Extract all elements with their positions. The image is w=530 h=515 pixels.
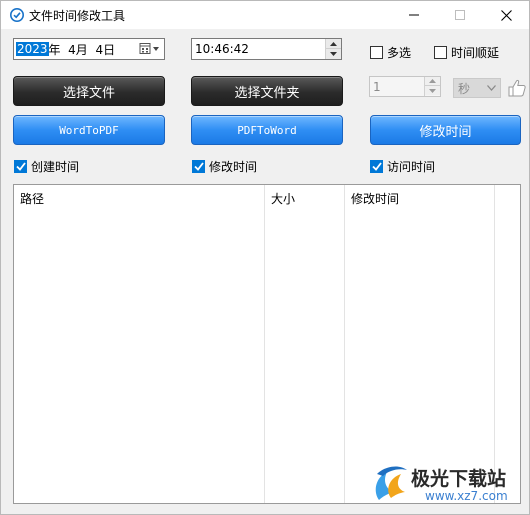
step-input[interactable]: 1 — [369, 76, 441, 97]
time-input[interactable]: 10:46:42 — [191, 38, 342, 60]
time-down-button[interactable] — [326, 49, 341, 59]
minimize-button[interactable] — [391, 1, 437, 29]
maximize-button[interactable] — [437, 1, 483, 29]
accessed-time-label: 访问时间 — [387, 159, 436, 174]
close-icon — [500, 9, 512, 21]
pdf-to-word-button[interactable]: PDFToWord — [191, 115, 343, 145]
multi-select-checkbox[interactable]: 多选 — [370, 44, 411, 60]
unit-value: 秒 — [458, 81, 471, 96]
modified-time-checkbox[interactable]: 修改时间 — [192, 158, 257, 174]
time-order-box[interactable] — [434, 45, 447, 59]
close-button[interactable] — [483, 1, 529, 29]
modify-time-button[interactable]: 修改时间 — [370, 115, 521, 145]
arrow-down-icon — [330, 52, 337, 56]
app-window: 文件时间修改工具 2023 年 4月 4日 10:46:42 多选 时间顺延 1… — [0, 0, 530, 515]
file-list[interactable]: 路径 大小 修改时间 — [13, 184, 521, 504]
modified-time-box[interactable] — [192, 159, 205, 173]
time-up-button[interactable] — [326, 39, 341, 49]
column-header-size[interactable]: 大小 — [265, 185, 345, 211]
watermark-url: www.xz7.com — [425, 489, 508, 503]
step-up-button[interactable] — [425, 77, 440, 86]
time-spinner[interactable] — [325, 39, 341, 59]
time-value[interactable]: 10:46:42 — [195, 42, 249, 56]
time-order-checkbox[interactable]: 时间顺延 — [434, 44, 499, 60]
column-header-modified[interactable]: 修改时间 — [345, 185, 495, 211]
step-down-button[interactable] — [425, 86, 440, 95]
arrow-up-icon — [429, 79, 436, 83]
date-picker[interactable]: 2023 年 4月 4日 — [13, 38, 165, 60]
minimize-icon — [409, 14, 419, 16]
unit-select[interactable]: 秒 — [453, 78, 501, 98]
created-time-box[interactable] — [14, 159, 27, 173]
calendar-dropdown-icon[interactable] — [139, 42, 161, 56]
window-title: 文件时间修改工具 — [29, 9, 126, 23]
column-header-path[interactable]: 路径 — [14, 185, 264, 211]
column-divider — [494, 185, 495, 503]
arrow-up-icon — [330, 41, 337, 46]
clock-check-icon — [10, 8, 24, 22]
step-value[interactable]: 1 — [373, 80, 381, 94]
step-spinner[interactable] — [424, 77, 440, 96]
multi-select-label: 多选 — [387, 45, 412, 60]
maximize-icon — [455, 10, 465, 20]
word-to-pdf-button[interactable]: WordToPDF — [13, 115, 165, 145]
created-time-label: 创建时间 — [31, 159, 80, 174]
accessed-time-checkbox[interactable]: 访问时间 — [370, 158, 435, 174]
checkmark-icon — [371, 161, 382, 171]
date-month-day: 年 4月 4日 — [48, 42, 116, 57]
multi-select-box[interactable] — [370, 45, 383, 59]
modified-time-label: 修改时间 — [209, 159, 258, 174]
thumbs-up-icon[interactable] — [507, 78, 527, 98]
checkmark-icon — [15, 161, 26, 171]
watermark-text: 极光下载站 — [411, 468, 507, 490]
time-order-label: 时间顺延 — [451, 45, 500, 60]
accessed-time-box[interactable] — [370, 159, 383, 173]
column-divider — [264, 185, 265, 503]
column-divider — [344, 185, 345, 503]
select-folder-button[interactable]: 选择文件夹 — [191, 76, 343, 106]
aurora-logo-icon — [375, 466, 407, 500]
created-time-checkbox[interactable]: 创建时间 — [14, 158, 79, 174]
title-bar: 文件时间修改工具 — [1, 1, 529, 29]
arrow-down-icon — [429, 88, 436, 93]
watermark: 极光下载站 www.xz7.com — [371, 460, 521, 508]
checkmark-icon — [193, 161, 204, 171]
select-file-button[interactable]: 选择文件 — [13, 76, 165, 106]
date-year[interactable]: 2023 — [16, 42, 49, 56]
chevron-down-icon — [487, 85, 496, 91]
